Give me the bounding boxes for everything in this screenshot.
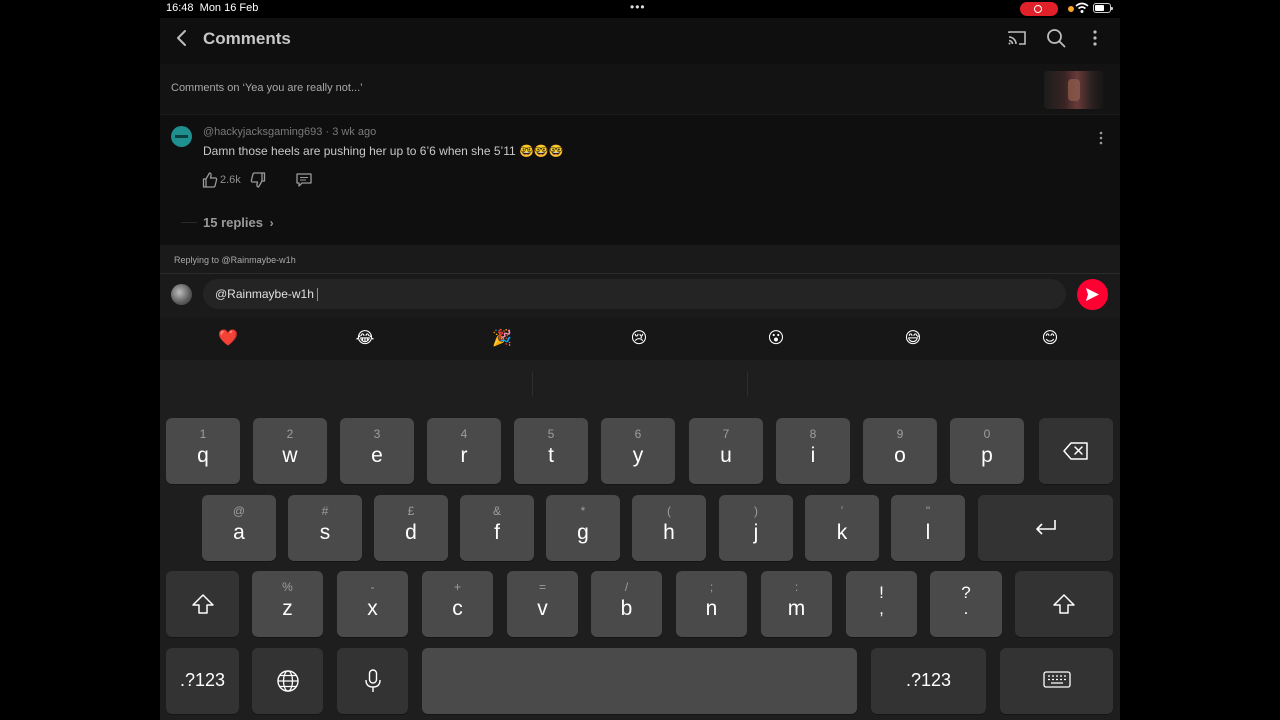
on-screen-keyboard: 1q 2w 3e 4r 5t 6y 7u 8i 9o 0p @ a # s £ d &… (160, 360, 1120, 720)
key-g[interactable]: * g (546, 495, 620, 561)
view-replies-link[interactable]: 15 replies › (203, 215, 274, 230)
key-k[interactable]: ’ k (805, 495, 879, 561)
dictation-key[interactable] (337, 648, 408, 714)
microphone-icon (364, 669, 381, 692)
back-arrow-icon[interactable] (172, 28, 192, 48)
emoji-laugh[interactable]: 😂 (350, 328, 380, 350)
comment-author[interactable]: @hackyjacksgaming693 (203, 126, 322, 138)
key-e[interactable]: 3e (340, 418, 414, 484)
key-q[interactable]: 1q (166, 418, 240, 484)
comment-more-icon[interactable] (1096, 130, 1106, 146)
reply-input-field[interactable] (203, 279, 1066, 309)
divider (160, 273, 1120, 274)
search-icon[interactable] (1045, 27, 1067, 49)
key-j[interactable]: ) j (719, 495, 793, 561)
comments-video-header: Comments on ‘Yea you are really not...’ (160, 64, 1120, 114)
chevron-right-icon: › (269, 216, 274, 230)
key-z[interactable]: % z (252, 571, 323, 637)
comment-item: @hackyjacksgaming693 · 3 wk ago Damn tho… (160, 118, 1120, 246)
mic-indicator-icon (1068, 6, 1074, 12)
emoji-surprised[interactable]: 😮 (761, 328, 791, 350)
emoji-cry[interactable]: 😢 (624, 328, 654, 350)
emoji-heart[interactable]: ❤️ (213, 328, 243, 350)
dislike-icon[interactable] (250, 171, 266, 189)
key-y[interactable]: 6y (601, 418, 675, 484)
key-p[interactable]: 0p (950, 418, 1024, 484)
shift-key-right[interactable] (1015, 571, 1113, 637)
suggestion-bar (160, 360, 1120, 404)
key-c[interactable]: + c (422, 571, 493, 637)
shift-icon (191, 594, 214, 614)
user-avatar (171, 284, 192, 305)
replying-to-label: Replying to @Rainmaybe-w1h (174, 255, 296, 265)
status-time-date: 16:48 Mon 16 Feb (166, 2, 258, 14)
page-title: Comments (203, 29, 291, 48)
multitasking-dots-icon[interactable]: ••• (630, 0, 646, 14)
battery-icon (1093, 3, 1113, 13)
globe-key[interactable] (252, 648, 323, 714)
like-icon[interactable] (202, 171, 218, 189)
key-a[interactable]: @ a (202, 495, 276, 561)
shift-key-left[interactable] (166, 571, 239, 637)
status-bar: 16:48 Mon 16 Feb ••• (0, 0, 1280, 18)
key-s[interactable]: # s (288, 495, 362, 561)
numbers-key-right[interactable]: .?123 (871, 648, 986, 714)
status-date: Mon 16 Feb (199, 2, 259, 14)
thread-line (181, 222, 197, 223)
return-key[interactable] (978, 495, 1113, 561)
key-w[interactable]: 2w (253, 418, 327, 484)
key-h[interactable]: (h (632, 495, 706, 561)
cast-icon[interactable] (1006, 27, 1028, 49)
emoji-party[interactable]: 🎉 (487, 328, 517, 350)
comment-text: Damn those heels are pushing her up to 6… (203, 144, 564, 158)
emoji-sweat-smile[interactable]: 😅 (898, 328, 928, 350)
hide-keyboard-key[interactable] (1000, 648, 1113, 714)
key-v[interactable]: = v (507, 571, 578, 637)
key-f[interactable]: & f (460, 495, 534, 561)
shift-icon (1053, 594, 1075, 614)
replies-count-label: 15 replies (203, 215, 263, 230)
divider (160, 114, 1120, 115)
key-o[interactable]: 9o (863, 418, 937, 484)
emoji-smile[interactable]: 😊 (1035, 328, 1065, 350)
space-bar[interactable] (422, 648, 857, 714)
return-icon (1035, 520, 1056, 535)
key-u[interactable]: 7u (689, 418, 763, 484)
screen-record-icon[interactable] (1020, 2, 1058, 16)
key-d[interactable]: £ d (374, 495, 448, 561)
commenter-avatar[interactable] (171, 126, 192, 147)
suggestion-divider (747, 372, 748, 396)
key-t[interactable]: 5t (514, 418, 588, 484)
send-button[interactable] (1077, 279, 1108, 310)
comment-age: 3 wk ago (332, 126, 377, 138)
like-count: 2.6k (220, 174, 241, 186)
comment-author-line: @hackyjacksgaming693 · 3 wk ago (203, 126, 377, 138)
key-x[interactable]: -x (337, 571, 408, 637)
key-m[interactable]: :m (761, 571, 832, 637)
key-i[interactable]: 8i (776, 418, 850, 484)
backspace-key[interactable] (1039, 418, 1113, 484)
app-header: Comments (160, 18, 1120, 60)
key-b[interactable]: / b (591, 571, 662, 637)
key-exclaim-comma[interactable]: !, (846, 571, 917, 637)
status-time: 16:48 (166, 2, 194, 14)
key-l[interactable]: " l (891, 495, 965, 561)
key-question-period[interactable]: ?. (930, 571, 1002, 637)
more-vert-icon[interactable] (1087, 27, 1103, 49)
numbers-key-left[interactable]: .?123 (166, 648, 239, 714)
keyboard-dismiss-icon (1042, 671, 1071, 688)
suggestion-divider (532, 372, 533, 396)
backspace-icon (1063, 442, 1088, 460)
key-n[interactable]: ; n (676, 571, 747, 637)
emoji-quick-bar: ❤️ 😂 🎉 😢 😮 😅 😊 (160, 318, 1120, 360)
send-icon (1086, 288, 1099, 301)
globe-icon (276, 670, 299, 692)
key-r[interactable]: 4r (427, 418, 501, 484)
app-window: Comments Comments on ‘Yea you are really… (160, 18, 1120, 720)
comments-on-video-text: Comments on ‘Yea you are really not...’ (171, 82, 363, 94)
wifi-icon (1075, 2, 1089, 13)
reply-comment-icon[interactable] (295, 171, 313, 189)
video-thumbnail[interactable] (1044, 71, 1104, 109)
